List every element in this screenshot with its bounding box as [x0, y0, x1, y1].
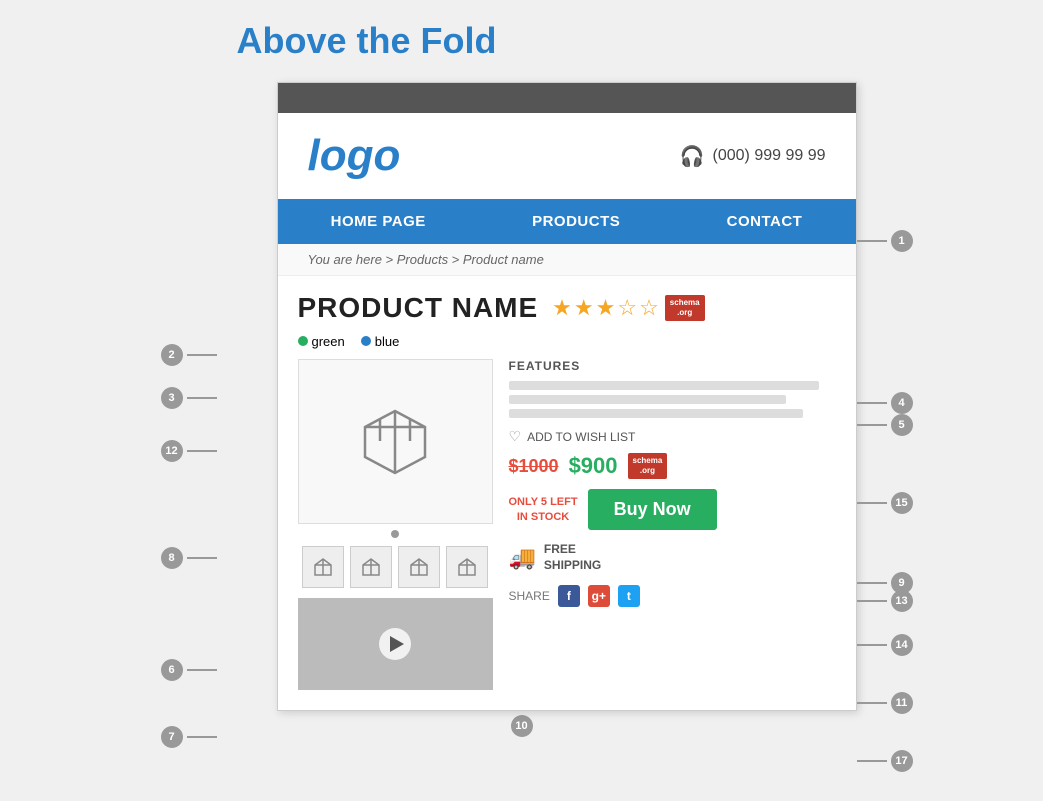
- thumbnail-3[interactable]: [398, 546, 440, 588]
- browser-bar: [278, 83, 856, 113]
- product-info-col: FEATURES ♡ ADD TO WISH LIST $1000 $900: [509, 359, 836, 607]
- google-plus-icon[interactable]: g+: [588, 585, 610, 607]
- annotation-2: 2: [161, 344, 217, 366]
- site-header: logo 🎧 (000) 999 99 99: [278, 113, 856, 199]
- thumbnail-4[interactable]: [446, 546, 488, 588]
- truck-icon: 🚚: [509, 545, 536, 571]
- play-triangle-icon: [390, 636, 404, 652]
- features-label: FEATURES: [509, 359, 836, 373]
- thumbnail-row: [298, 546, 493, 588]
- shipping-text: FREESHIPPING: [544, 542, 601, 573]
- annotation-15: 15: [857, 492, 913, 514]
- browser-mockup: logo 🎧 (000) 999 99 99 HOME PAGE PRODUCT…: [277, 82, 857, 711]
- annotation-7: 7: [161, 726, 217, 748]
- shipping-row: 🚚 FREESHIPPING: [509, 542, 836, 573]
- feature-bar-2: [509, 395, 787, 404]
- color-blue-label[interactable]: blue: [375, 334, 400, 349]
- stars-area: ★★★☆☆ schema .org: [552, 295, 704, 321]
- product-image-box: [298, 359, 493, 524]
- phone-number: (000) 999 99 99: [713, 147, 826, 165]
- video-box[interactable]: [298, 598, 493, 690]
- annotation-4: 4: [857, 392, 913, 414]
- heart-icon: ♡: [509, 428, 522, 445]
- annotation-8: 8: [161, 547, 217, 569]
- nav-home[interactable]: HOME PAGE: [291, 199, 466, 244]
- nav-contact[interactable]: CONTACT: [687, 199, 843, 244]
- play-button[interactable]: [379, 628, 411, 660]
- annotation-12: 12: [161, 440, 217, 462]
- schema-badge: schema .org: [665, 295, 705, 320]
- new-price: $900: [569, 453, 618, 479]
- star-rating: ★★★☆☆: [552, 295, 661, 321]
- nav-products[interactable]: PRODUCTS: [492, 199, 660, 244]
- product-name-row: PRODUCT NAME ★★★☆☆ schema .org: [298, 292, 836, 324]
- headset-icon: 🎧: [680, 144, 705, 169]
- feature-bar-3: [509, 409, 803, 418]
- facebook-icon[interactable]: f: [558, 585, 580, 607]
- annotation-6: 6: [161, 659, 217, 681]
- share-label: SHARE: [509, 589, 550, 603]
- image-dot: [391, 530, 399, 538]
- product-section: PRODUCT NAME ★★★☆☆ schema .org green blu…: [278, 276, 856, 710]
- annotation-13: 13: [857, 590, 913, 612]
- old-price: $1000: [509, 456, 559, 477]
- color-options: green blue: [298, 334, 836, 349]
- annotation-14: 14: [857, 634, 913, 656]
- phone-area: 🎧 (000) 999 99 99: [680, 144, 826, 169]
- stock-text: ONLY 5 LEFTIN STOCK: [509, 495, 578, 524]
- wish-list-row[interactable]: ♡ ADD TO WISH LIST: [509, 428, 836, 445]
- logo: logo: [308, 131, 401, 181]
- thumbnail-1[interactable]: [302, 546, 344, 588]
- twitter-icon[interactable]: t: [618, 585, 640, 607]
- nav-bar[interactable]: HOME PAGE PRODUCTS CONTACT: [278, 199, 856, 244]
- product-image-col: [298, 359, 493, 690]
- schema-price-badge: schema .org: [628, 453, 668, 478]
- annotation-5: 5: [857, 414, 913, 436]
- annotation-11: 11: [857, 692, 913, 714]
- stock-buy-row: ONLY 5 LEFTIN STOCK Buy Now: [509, 489, 836, 530]
- main-content-row: FEATURES ♡ ADD TO WISH LIST $1000 $900: [298, 359, 836, 690]
- buy-now-button[interactable]: Buy Now: [588, 489, 717, 530]
- feature-bar-1: [509, 381, 820, 390]
- annotation-1: 1: [857, 230, 913, 252]
- color-green-label[interactable]: green: [312, 334, 345, 349]
- product-name: PRODUCT NAME: [298, 292, 539, 324]
- thumbnail-2[interactable]: [350, 546, 392, 588]
- wish-list-label: ADD TO WISH LIST: [527, 430, 635, 444]
- price-row: $1000 $900 schema .org: [509, 453, 836, 479]
- annotation-17: 17: [857, 750, 913, 772]
- share-row: SHARE f g+ t: [509, 585, 836, 607]
- product-box-icon: [355, 399, 435, 484]
- page-title: Above the Fold: [57, 20, 987, 62]
- annotation-3: 3: [161, 387, 217, 409]
- breadcrumb: You are here > Products > Product name: [278, 244, 856, 276]
